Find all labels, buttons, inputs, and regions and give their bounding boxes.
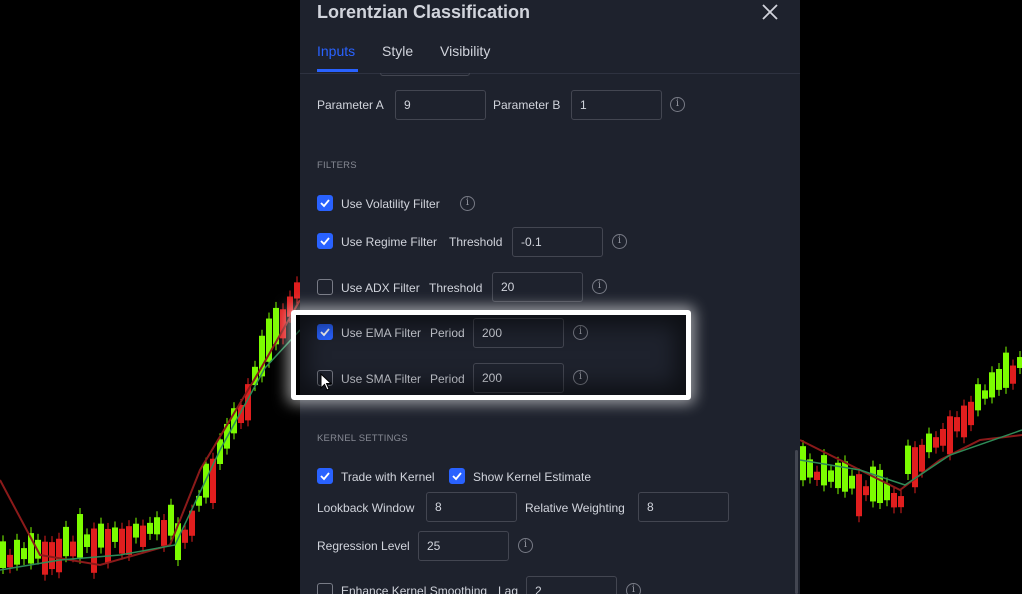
regression-level-label: Regression Level: [317, 539, 410, 553]
trade-with-kernel-label: Trade with Kernel: [341, 470, 435, 484]
indicator-settings-dialog: Lorentzian Classification Inputs Style V…: [300, 0, 800, 594]
relative-weighting-input[interactable]: [638, 492, 729, 522]
enhance-kernel-smoothing-checkbox[interactable]: [317, 583, 333, 594]
info-icon[interactable]: [460, 196, 475, 211]
close-icon[interactable]: [760, 2, 780, 22]
info-icon[interactable]: [670, 97, 685, 112]
tab-bar: Inputs Style Visibility: [300, 40, 800, 74]
adx-filter-checkbox[interactable]: [317, 279, 333, 295]
regime-threshold-input[interactable]: [512, 227, 603, 257]
volatility-filter-label: Use Volatility Filter: [341, 197, 440, 211]
volatility-filter-checkbox[interactable]: [317, 195, 333, 211]
tab-style[interactable]: Style: [382, 43, 413, 59]
kernel-settings-section-title: KERNEL SETTINGS: [317, 433, 408, 444]
scrollbar[interactable]: [795, 450, 798, 594]
relative-weighting-label: Relative Weighting: [525, 501, 625, 515]
info-icon[interactable]: [626, 583, 641, 594]
filters-section-title: FILTERS: [317, 160, 357, 171]
info-icon[interactable]: [518, 538, 533, 553]
dialog-title: Lorentzian Classification: [317, 2, 531, 22]
tab-visibility[interactable]: Visibility: [440, 43, 490, 59]
trade-with-kernel-checkbox[interactable]: [317, 468, 333, 484]
info-icon[interactable]: [592, 279, 607, 294]
regime-filter-checkbox[interactable]: [317, 233, 333, 249]
ema-sma-highlight-box: [291, 310, 691, 400]
lookback-window-label: Lookback Window: [317, 501, 415, 515]
parameter-a-label: Parameter A: [317, 98, 384, 112]
regime-filter-label: Use Regime Filter: [341, 235, 438, 249]
lag-input[interactable]: [526, 576, 617, 594]
adx-threshold-label: Threshold: [429, 281, 483, 295]
show-kernel-estimate-checkbox[interactable]: [449, 468, 465, 484]
active-tab-indicator: [317, 69, 358, 72]
lag-label: Lag: [498, 584, 519, 594]
parameter-a-input[interactable]: [395, 90, 486, 120]
parameter-b-input[interactable]: [571, 90, 662, 120]
regression-level-input[interactable]: [418, 531, 509, 561]
scrolled-input-edge: [380, 73, 470, 76]
enhance-kernel-smoothing-label: Enhance Kernel Smoothing: [341, 584, 488, 594]
info-icon[interactable]: [612, 234, 627, 249]
parameter-b-label: Parameter B: [493, 98, 561, 112]
adx-filter-label: Use ADX Filter: [341, 281, 420, 295]
regime-threshold-label: Threshold: [449, 235, 503, 249]
adx-threshold-input[interactable]: [492, 272, 583, 302]
tab-inputs[interactable]: Inputs: [317, 43, 355, 59]
show-kernel-estimate-label: Show Kernel Estimate: [473, 470, 592, 484]
lookback-window-input[interactable]: [426, 492, 517, 522]
mouse-cursor-icon: [320, 373, 332, 391]
